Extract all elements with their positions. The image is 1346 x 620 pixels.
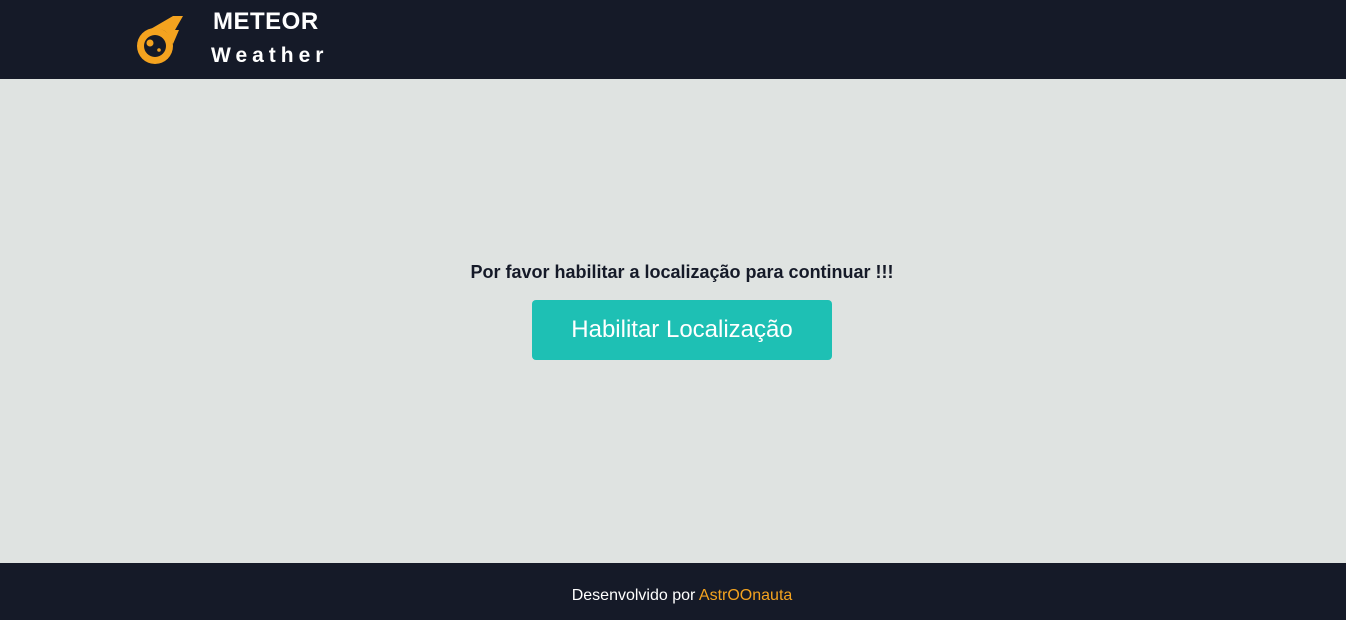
author-link[interactable]: AstrOOnauta — [699, 587, 792, 604]
top-header: METEOR Weather — [0, 0, 1346, 79]
page-footer: Desenvolvido por AstrOOnauta — [0, 563, 1346, 620]
footer-credit: Desenvolvido por AstrOOnauta — [0, 586, 1346, 606]
location-prompt-message: Por favor habilitar a localização para c… — [470, 262, 894, 282]
main-content: Por favor habilitar a localização para c… — [0, 79, 1346, 563]
brand-title: METEOR — [213, 8, 319, 35]
enable-location-button[interactable]: Habilitar Localização — [532, 300, 832, 360]
footer-prefix: Desenvolvido por — [571, 587, 696, 604]
meteor-icon[interactable] — [133, 14, 187, 66]
brand-subtitle: Weather — [211, 44, 329, 67]
